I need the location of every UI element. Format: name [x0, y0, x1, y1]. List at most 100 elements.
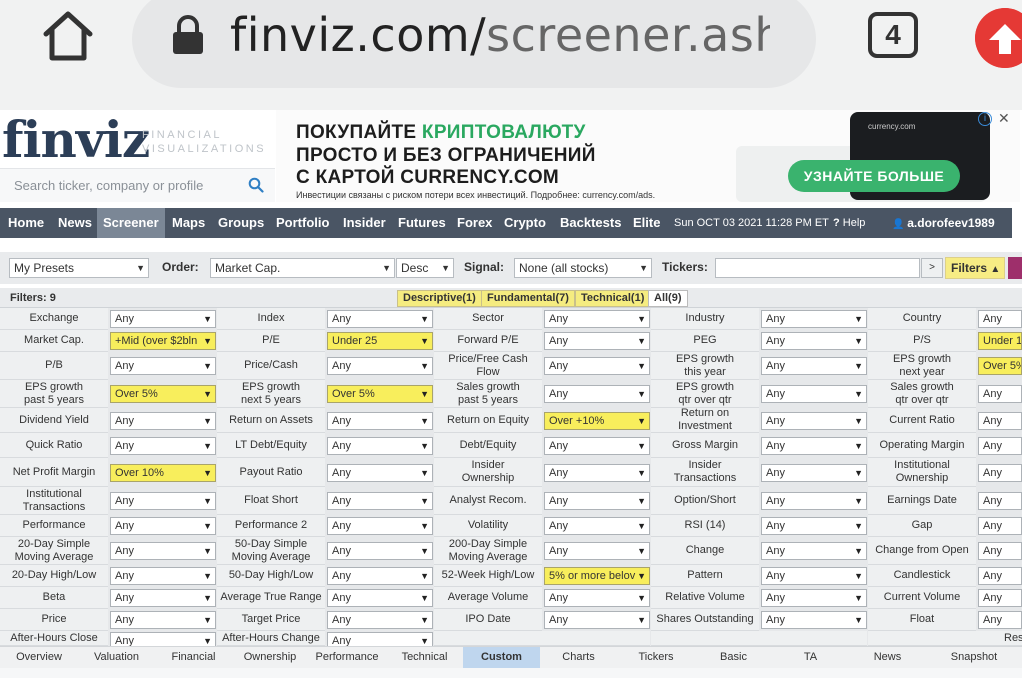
filter-tab-technical[interactable]: Technical(1) — [575, 290, 651, 307]
filter-select-option-short[interactable]: Any ▼ — [761, 492, 867, 510]
reset-button[interactable]: Res — [1004, 631, 1022, 646]
nav-crypto[interactable]: Crypto — [498, 208, 552, 238]
filter-select-volatility[interactable]: Any ▼ — [544, 517, 650, 535]
filter-select-performance-2[interactable]: Any ▼ — [327, 517, 433, 535]
filter-select-relative-volume[interactable]: Any ▼ — [761, 589, 867, 607]
filter-select-price[interactable]: Any ▼ — [110, 611, 216, 629]
ad-banner[interactable]: ПОКУПАЙТЕ КРИПТОВАЛЮТУ ПРОСТО И БЕЗ ОГРА… — [276, 110, 1020, 202]
view-tab-tickers[interactable]: Tickers — [617, 647, 695, 668]
filter-select-price-cash[interactable]: Any ▼ — [327, 357, 433, 375]
filter-select-payout-ratio[interactable]: Any ▼ — [327, 463, 433, 482]
filter-select-performance[interactable]: Any ▼ — [110, 517, 216, 535]
filter-tab-all[interactable]: All(9) — [648, 290, 688, 307]
direction-select[interactable]: Desc ▼ — [396, 258, 454, 278]
filter-select-sales-growth-qtr-over-qtr[interactable]: Any — [978, 385, 1022, 403]
filter-select-insider-ownership[interactable]: Any ▼ — [544, 463, 650, 482]
nav-groups[interactable]: Groups — [212, 208, 270, 238]
tickers-input[interactable] — [715, 258, 920, 278]
ad-info-icon[interactable]: i — [978, 112, 992, 126]
nav-backtests[interactable]: Backtests — [554, 208, 627, 238]
nav-forex[interactable]: Forex — [451, 208, 498, 238]
filter-select-gross-margin[interactable]: Any ▼ — [761, 436, 867, 455]
filter-select-float-short[interactable]: Any ▼ — [327, 492, 433, 510]
filter-select-net-profit-margin[interactable]: Over 10% ▼ — [110, 463, 216, 482]
filter-select-earnings-date[interactable]: Any — [978, 492, 1022, 510]
filter-select-50-day-high-low[interactable]: Any ▼ — [327, 567, 433, 585]
filter-select-average-true-range[interactable]: Any ▼ — [327, 589, 433, 607]
ad-cta-button[interactable]: УЗНАЙТЕ БОЛЬШЕ — [788, 160, 960, 192]
filter-select-gap[interactable]: Any — [978, 517, 1022, 535]
finviz-logo[interactable]: finviz — [2, 112, 150, 168]
view-tab-performance[interactable]: Performance — [308, 647, 386, 668]
filter-select-shares-outstanding[interactable]: Any ▼ — [761, 611, 867, 629]
filter-select-institutional-transactions[interactable]: Any ▼ — [110, 492, 216, 510]
nav-user[interactable]: 👤 a.dorofeev1989 — [892, 208, 995, 238]
filter-select-eps-growth-past-5-years[interactable]: Over 5% ▼ — [110, 385, 216, 403]
nav-maps[interactable]: Maps — [166, 208, 211, 238]
view-tab-ta[interactable]: TA — [772, 647, 849, 668]
filter-select-quick-ratio[interactable]: Any ▼ — [110, 436, 216, 455]
filter-select-50-day-simple-moving-average[interactable]: Any ▼ — [327, 542, 433, 560]
filter-select-current-ratio[interactable]: Any — [978, 411, 1022, 430]
view-tab-charts[interactable]: Charts — [540, 647, 617, 668]
filter-select-dividend-yield[interactable]: Any ▼ — [110, 411, 216, 430]
filter-select-forward-p-e[interactable]: Any ▼ — [544, 332, 650, 350]
url-text[interactable]: finviz.com/screener.ash — [230, 4, 770, 66]
filter-select-sector[interactable]: Any ▼ — [544, 310, 650, 328]
view-tab-basic[interactable]: Basic — [695, 647, 772, 668]
filter-select-average-volume[interactable]: Any ▼ — [544, 589, 650, 607]
view-tab-technical[interactable]: Technical — [386, 647, 463, 668]
view-tab-overview[interactable]: Overview — [0, 647, 78, 668]
filter-select-analyst-recom[interactable]: Any ▼ — [544, 492, 650, 510]
nav-screener[interactable]: Screener — [97, 208, 165, 238]
view-tab-snapshot[interactable]: Snapshot — [926, 647, 1022, 668]
search-icon[interactable] — [248, 177, 264, 193]
filter-select-sales-growth-past-5-years[interactable]: Any ▼ — [544, 385, 650, 403]
tickers-go-button[interactable]: > — [921, 258, 943, 278]
filters-toggle-button[interactable]: Filters ▲ — [945, 257, 1005, 279]
view-tab-financial[interactable]: Financial — [155, 647, 232, 668]
filter-select-eps-growth-qtr-over-qtr[interactable]: Any ▼ — [761, 385, 867, 403]
filter-select-return-on-equity[interactable]: Over +10% ▼ — [544, 411, 650, 430]
update-arrow-icon[interactable] — [975, 8, 1022, 68]
filter-select-peg[interactable]: Any ▼ — [761, 332, 867, 350]
filter-tab-fundamental[interactable]: Fundamental(7) — [481, 290, 575, 307]
nav-home[interactable]: Home — [2, 208, 50, 238]
filter-select-p-s[interactable]: Under 10 — [978, 332, 1022, 350]
filter-select-eps-growth-this-year[interactable]: Any ▼ — [761, 357, 867, 375]
filter-select-52-week-high-low[interactable]: 5% or more belov ▼ — [544, 567, 650, 585]
filter-select-pattern[interactable]: Any ▼ — [761, 567, 867, 585]
ad-close-icon[interactable]: ✕ — [998, 110, 1010, 127]
nav-help[interactable]: ? Help — [833, 208, 865, 238]
view-tab-ownership[interactable]: Ownership — [232, 647, 308, 668]
nav-portfolio[interactable]: Portfolio — [270, 208, 335, 238]
filter-select-20-day-simple-moving-average[interactable]: Any ▼ — [110, 542, 216, 560]
filter-select-p-e[interactable]: Under 25 ▼ — [327, 332, 433, 350]
filter-select-exchange[interactable]: Any ▼ — [110, 310, 216, 328]
filter-select-market-cap[interactable]: +Mid (over $2bln ▼ — [110, 332, 216, 350]
search-input[interactable] — [0, 169, 240, 201]
filter-select-ipo-date[interactable]: Any ▼ — [544, 611, 650, 629]
filter-select-change[interactable]: Any ▼ — [761, 542, 867, 560]
signal-select[interactable]: None (all stocks) ▼ — [514, 258, 652, 278]
filter-select-industry[interactable]: Any ▼ — [761, 310, 867, 328]
nav-news[interactable]: News — [52, 208, 98, 238]
filter-select-change-from-open[interactable]: Any — [978, 542, 1022, 560]
filter-select-return-on-assets[interactable]: Any ▼ — [327, 411, 433, 430]
tab-count-button[interactable]: 4 — [868, 12, 918, 58]
filter-select-20-day-high-low[interactable]: Any ▼ — [110, 567, 216, 585]
view-tab-valuation[interactable]: Valuation — [78, 647, 155, 668]
view-tab-news[interactable]: News — [849, 647, 926, 668]
filter-select-return-on-investment[interactable]: Any ▼ — [761, 411, 867, 430]
home-icon[interactable] — [38, 6, 98, 66]
filter-select-institutional-ownership[interactable]: Any — [978, 463, 1022, 482]
filter-select-country[interactable]: Any — [978, 310, 1022, 328]
filter-select-candlestick[interactable]: Any — [978, 567, 1022, 585]
filter-select-index[interactable]: Any ▼ — [327, 310, 433, 328]
filter-select-insider-transactions[interactable]: Any ▼ — [761, 463, 867, 482]
filter-select-target-price[interactable]: Any ▼ — [327, 611, 433, 629]
filter-select-operating-margin[interactable]: Any — [978, 436, 1022, 455]
filter-select-price-free-cash-flow[interactable]: Any ▼ — [544, 357, 650, 375]
filter-select-p-b[interactable]: Any ▼ — [110, 357, 216, 375]
filter-select-float[interactable]: Any — [978, 611, 1022, 629]
